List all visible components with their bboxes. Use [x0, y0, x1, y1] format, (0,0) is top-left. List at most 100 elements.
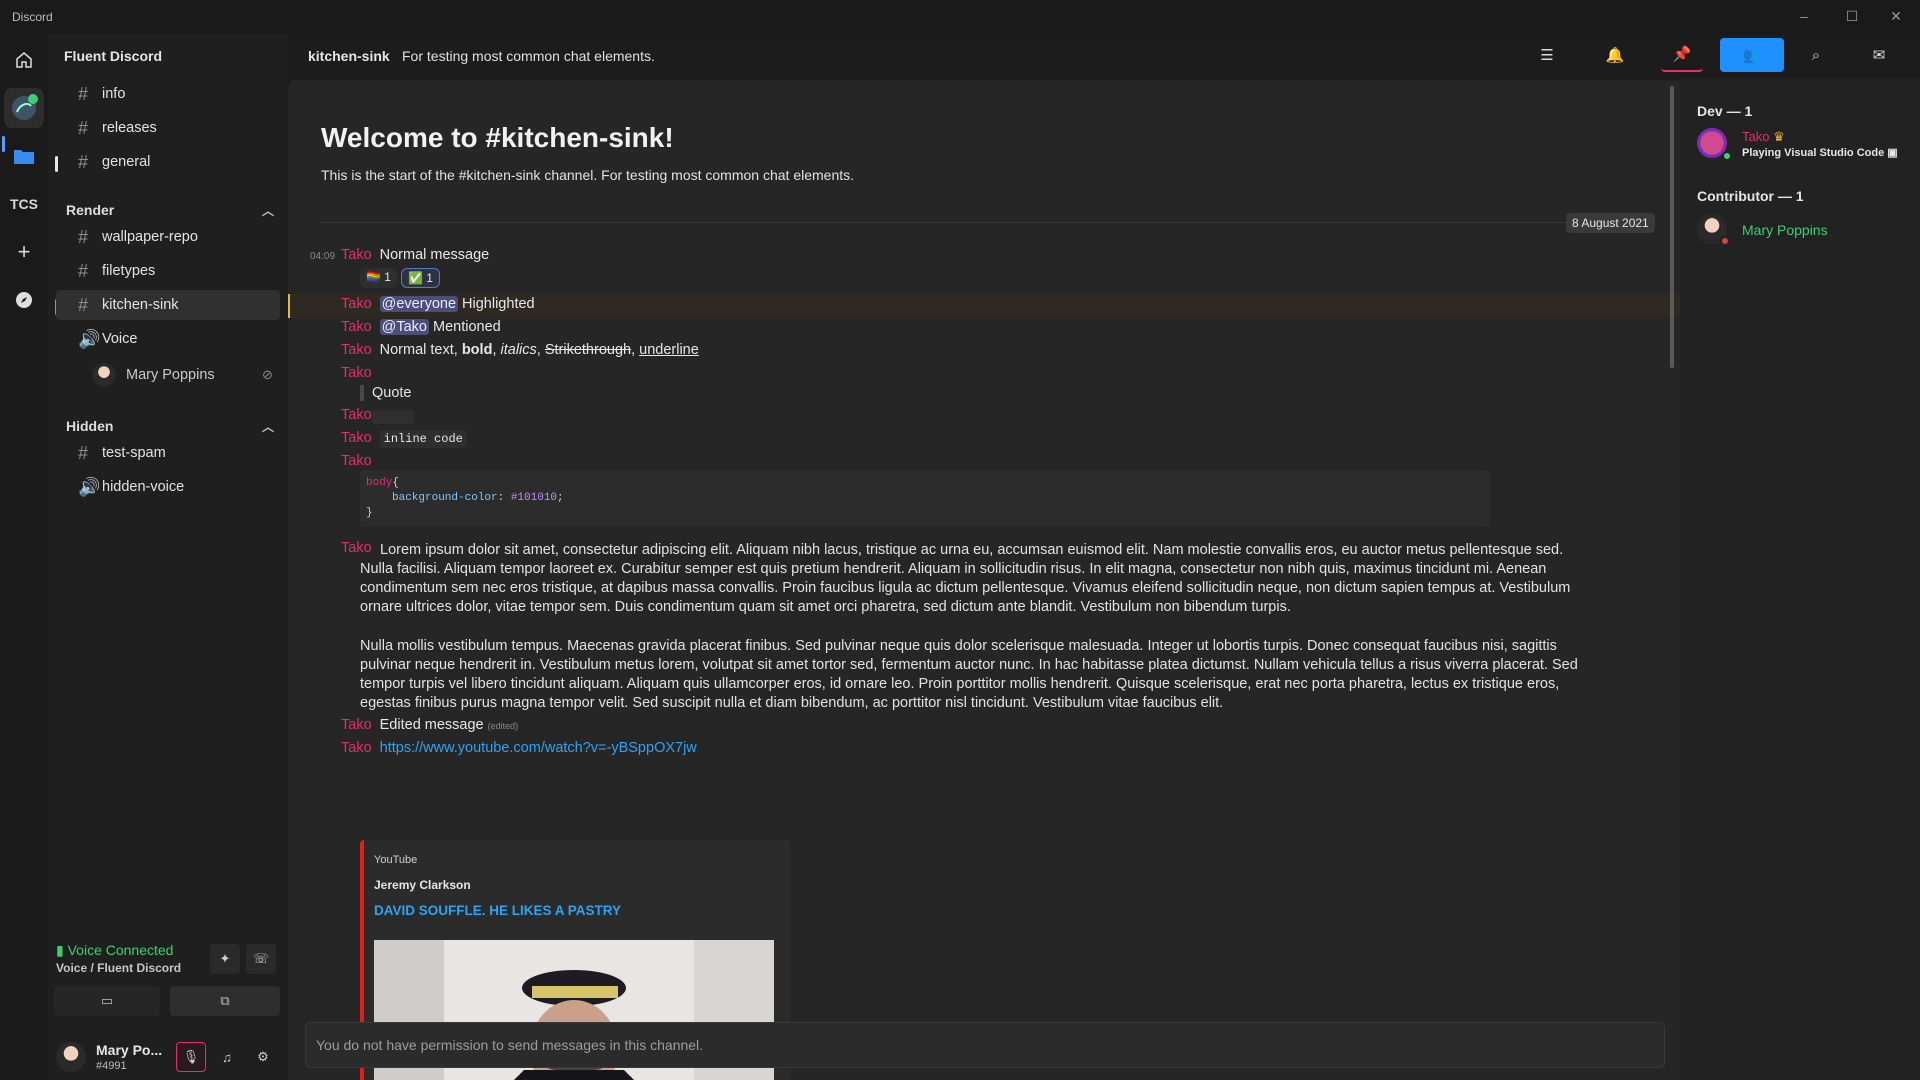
member-name[interactable]: Tako ♛ — [1742, 129, 1785, 145]
message[interactable]: Tako https://www.youtube.com/watch?v=-yBS… — [341, 740, 697, 756]
hash-icon: # — [78, 117, 89, 138]
spoiler[interactable] — [372, 410, 414, 424]
member-group-title: Contributor — 1 — [1697, 188, 1804, 204]
channel-voice[interactable]: 🔊 Voice — [56, 324, 280, 354]
message[interactable]: Tako Normal message — [341, 247, 489, 263]
folder-icon[interactable] — [4, 136, 44, 176]
embed-provider[interactable]: YouTube — [374, 854, 417, 866]
channel-releases[interactable]: # releases — [56, 113, 280, 143]
channel-label: kitchen-sink — [102, 297, 179, 313]
category-render[interactable]: Render ︿ — [66, 202, 274, 218]
server-name[interactable]: Fluent Discord — [64, 48, 162, 64]
reaction-count: 1 — [384, 270, 391, 284]
hash-icon: # — [78, 83, 89, 104]
author[interactable]: Tako — [341, 407, 372, 423]
author[interactable]: Tako — [341, 453, 372, 469]
hash-icon: # — [78, 151, 89, 172]
author[interactable]: Tako — [341, 342, 372, 358]
author[interactable]: Tako — [341, 717, 372, 733]
app-title: Discord — [12, 10, 53, 24]
channel-filetypes[interactable]: # filetypes — [56, 256, 280, 286]
mute-icon[interactable]: 🎙 — [176, 1042, 206, 1072]
close-button[interactable]: ✕ — [1873, 4, 1919, 28]
search-icon[interactable]: ⌕ — [1795, 38, 1837, 72]
timestamp: 04:09 — [310, 251, 336, 262]
disconnect-icon[interactable]: ☏ — [246, 944, 276, 974]
mention[interactable]: @Tako — [379, 319, 429, 335]
author[interactable]: Tako — [341, 430, 372, 446]
code-selector: body — [366, 477, 393, 489]
message[interactable]: Tako @Tako Mentioned — [341, 319, 501, 335]
message-text: Normal text, — [379, 342, 462, 358]
blockquote: Quote — [360, 385, 412, 401]
welcome-title: Welcome to #kitchen-sink! — [321, 122, 674, 153]
maximize-button[interactable]: ☐ — [1829, 4, 1875, 28]
user-name: Mary Po... — [96, 1042, 163, 1058]
channel-general[interactable]: # general — [56, 147, 280, 177]
message-link[interactable]: https://www.youtube.com/watch?v=-yBSppOX… — [380, 740, 697, 756]
headphones-icon[interactable]: ♫ — [212, 1042, 242, 1072]
channel-wallpaper-repo[interactable]: # wallpaper-repo — [56, 222, 280, 252]
message[interactable]: Tako @everyone Highlighted — [341, 296, 535, 312]
camera-button[interactable]: ▭ — [54, 986, 160, 1016]
message-text: Edited message — [379, 717, 484, 733]
screen-share-button[interactable]: ⧉ — [170, 986, 280, 1016]
channel-header: kitchen-sink For testing most common cha… — [288, 34, 1920, 78]
bell-icon[interactable]: 🔔 — [1594, 38, 1636, 72]
server-tcs[interactable]: TCS — [4, 184, 44, 224]
signal-icon: ▮ — [56, 942, 64, 958]
channel-kitchen-sink[interactable]: # kitchen-sink — [56, 290, 280, 320]
author[interactable]: Tako — [341, 740, 372, 756]
channel-hidden-voice[interactable]: 🔊 hidden-voice — [56, 472, 280, 502]
channel-label: info — [102, 86, 126, 102]
threads-icon[interactable]: ☰ — [1526, 38, 1568, 72]
author[interactable]: Tako — [341, 247, 372, 263]
server-avatar-icon[interactable] — [4, 88, 44, 128]
message[interactable]: Tako Normal text, bold, italics, Striketh… — [341, 342, 699, 358]
lorem-paragraph-2: Nulla mollis vestibulum tempus. Maecenas… — [360, 638, 1578, 711]
message[interactable]: Tako Edited message (edited) — [341, 717, 518, 733]
gear-icon[interactable]: ⚙ — [248, 1042, 278, 1072]
add-server-icon[interactable]: + — [4, 232, 44, 272]
voice-location: Voice / Fluent Discord — [56, 961, 182, 975]
channel-label: Voice — [102, 331, 138, 347]
message[interactable]: Tako — [341, 453, 380, 469]
server-rail: TCS + — [0, 34, 48, 1080]
date-divider — [320, 222, 1640, 223]
channel-info[interactable]: # info — [56, 79, 280, 109]
noise-suppression-icon[interactable]: ✦ — [210, 944, 240, 974]
member-name-text: Tako — [1742, 129, 1770, 144]
inbox-icon[interactable]: ✉ — [1858, 38, 1900, 72]
online-status-icon — [1722, 151, 1732, 161]
author[interactable]: Tako — [341, 296, 372, 312]
mention[interactable]: @everyone — [379, 296, 459, 312]
category-hidden[interactable]: Hidden ︿ — [66, 418, 274, 434]
message-input[interactable]: You do not have permission to send messa… — [305, 1022, 1665, 1068]
code-brace: } — [366, 507, 373, 519]
member-name[interactable]: Mary Poppins — [1742, 222, 1828, 238]
embed-author[interactable]: Jeremy Clarkson — [374, 878, 471, 892]
chat-scrollbar[interactable] — [1670, 86, 1674, 368]
message[interactable]: Tako inline code — [341, 430, 467, 448]
voice-user-mary[interactable]: Mary Poppins ⊘ — [92, 363, 273, 387]
reaction[interactable]: ✅ 1 — [400, 268, 440, 288]
title-bar: Discord – ☐ ✕ — [0, 0, 1920, 34]
channel-sidebar: Fluent Discord # info # releases # general … — [48, 34, 288, 1080]
channel-test-spam[interactable]: # test-spam — [56, 438, 280, 468]
embed-title[interactable]: DAVID SOUFFLE. HE LIKES A PASTRY — [374, 903, 621, 918]
minimize-button[interactable]: – — [1781, 4, 1827, 28]
channel-topic[interactable]: For testing most common chat elements. — [402, 48, 655, 64]
reaction[interactable]: 🏳️‍🌈 1 — [360, 268, 397, 288]
member-list-icon[interactable]: 👥 — [1720, 38, 1784, 72]
pin-icon[interactable]: 📌 — [1661, 38, 1703, 72]
author[interactable]: Tako — [341, 319, 372, 335]
italic-text: italics — [500, 342, 537, 358]
author[interactable]: Tako — [341, 365, 372, 381]
message-text: Highlighted — [462, 296, 535, 312]
home-icon[interactable] — [4, 40, 44, 80]
activity-icon: ▣ — [1887, 147, 1898, 159]
message[interactable]: Tako — [341, 365, 380, 381]
avatar[interactable] — [56, 1042, 86, 1072]
explore-icon[interactable] — [4, 280, 44, 320]
welcome-subtitle: This is the start of the #kitchen-sink c… — [321, 167, 855, 183]
